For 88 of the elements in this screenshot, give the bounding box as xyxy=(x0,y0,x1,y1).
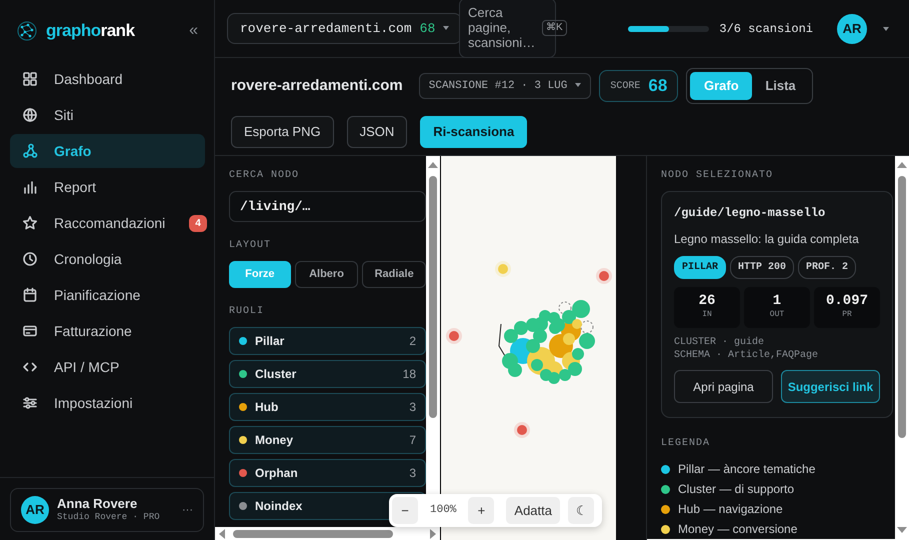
metric-label: PR xyxy=(842,309,852,321)
role-filter[interactable]: Pillar 2 xyxy=(229,327,426,355)
vertical-scrollbar[interactable] xyxy=(895,156,909,539)
role-filter[interactable]: Money 7 xyxy=(229,426,426,454)
section-label: CERCA NODO xyxy=(229,169,300,183)
metric-label: OUT xyxy=(770,309,784,321)
node-search-field[interactable]: /living/… xyxy=(229,191,426,222)
bar-chart-icon xyxy=(22,179,38,195)
clock-icon xyxy=(22,251,38,267)
caret-icon xyxy=(883,27,889,32)
sidebar-item[interactable]: API / MCP xyxy=(10,350,205,384)
action-button[interactable]: JSON xyxy=(346,116,408,148)
metric-label: IN xyxy=(702,309,712,321)
zoom-out-button[interactable]: − xyxy=(392,497,418,524)
credit-card-icon xyxy=(22,323,38,339)
graph-node[interactable] xyxy=(514,422,530,438)
role-count: 3 xyxy=(409,465,416,482)
brand-name: graphorank xyxy=(46,20,135,42)
user-avatar: AR xyxy=(21,496,49,524)
caret-icon xyxy=(575,82,582,87)
sidebar-item[interactable]: Fatturazione xyxy=(10,314,205,348)
legend-text: Pillar — àncore tematiche xyxy=(678,461,816,478)
graph-node[interactable] xyxy=(495,261,511,277)
node-meta: CLUSTER · guide xyxy=(674,336,766,349)
node-graph-icon xyxy=(22,143,38,159)
horizontal-scrollbar[interactable] xyxy=(215,527,440,540)
scan-quota-text: 3/6 scansioni xyxy=(719,20,813,38)
sidebar-item[interactable]: Raccomandazioni 4 xyxy=(10,206,205,240)
node-path: /guide/legno-massello xyxy=(674,205,826,222)
info-tag: PROF. 2 xyxy=(798,256,856,279)
graph-node[interactable] xyxy=(596,268,612,284)
section-label: RUOLI xyxy=(229,305,266,319)
calendar-icon xyxy=(22,287,38,303)
sidebar-item[interactable]: Siti xyxy=(10,98,205,132)
role-count: 3 xyxy=(409,399,416,416)
globe-icon xyxy=(22,107,38,123)
metric-value: 1 xyxy=(772,294,782,309)
info-tag: HTTP 200 xyxy=(730,256,794,279)
more-options-button[interactable]: ··· xyxy=(182,502,193,518)
grid-icon xyxy=(22,71,38,87)
zoom-in-button[interactable]: + xyxy=(468,497,494,524)
section-label: LEGENDA xyxy=(661,437,712,451)
count-badge: 4 xyxy=(189,214,207,232)
star-icon xyxy=(22,215,38,231)
legend-text: Cluster — di supporto xyxy=(678,481,794,498)
sidebar-item[interactable]: Pianificazione xyxy=(10,278,205,312)
sliders-icon xyxy=(22,395,38,411)
layout-option[interactable]: Radiale xyxy=(362,261,426,288)
account-avatar[interactable]: AR xyxy=(837,14,867,44)
suggest-links-button[interactable]: Suggerisci link xyxy=(781,370,880,403)
role-count: 18 xyxy=(402,366,416,383)
role-filter[interactable]: Orphan 3 xyxy=(229,459,426,487)
role-count: 7 xyxy=(409,432,416,449)
score-badge: SCORE 68 xyxy=(599,70,678,102)
metric-value: 0.097 xyxy=(826,294,868,309)
metric-value: 26 xyxy=(698,294,716,309)
collapse-sidebar-button[interactable]: « xyxy=(189,19,198,43)
graph-node[interactable] xyxy=(446,328,462,344)
node-meta: SCHEMA · Article,FAQPage xyxy=(674,349,820,362)
layout-option[interactable]: Albero xyxy=(294,261,358,288)
theme-toggle-button[interactable]: ☾ xyxy=(568,497,594,524)
section-label: NODO SELEZIONATO xyxy=(661,169,774,183)
user-name: Anna Rovere xyxy=(57,496,138,511)
role-tag: PILLAR xyxy=(674,256,726,279)
fit-button[interactable]: Adatta xyxy=(506,497,560,524)
sidebar-item[interactable]: Grafo xyxy=(10,134,205,168)
section-label: LAYOUT xyxy=(229,239,272,253)
user-plan: Studio Rovere · PRO xyxy=(57,510,160,524)
sidebar-item[interactable]: Dashboard xyxy=(10,62,205,96)
shortcut-key: ⌘K xyxy=(542,20,567,36)
action-button[interactable]: Esporta PNG xyxy=(231,116,334,148)
legend-text: Hub — navigazione xyxy=(678,501,783,518)
sidebar-item[interactable]: Impostazioni xyxy=(10,386,205,420)
node-title: Legno massello: la guida completa xyxy=(674,231,860,248)
legend-text: Money — conversione xyxy=(678,521,798,538)
scan-selector[interactable]: SCANSIONE #12 · 3 LUG xyxy=(418,73,592,99)
rescan-button[interactable]: Ri-scansiona xyxy=(420,116,528,148)
sidebar-item[interactable]: Report xyxy=(10,170,205,204)
sidebar-item[interactable]: Cronologia xyxy=(10,242,205,276)
caret-icon xyxy=(443,26,450,30)
open-page-button[interactable]: Apri pagina xyxy=(674,370,773,403)
role-filter[interactable]: Hub 3 xyxy=(229,393,426,421)
role-filter[interactable]: Cluster 18 xyxy=(229,360,426,388)
view-tab[interactable]: Lista xyxy=(752,72,809,100)
site-title: rovere-arredamenti.com xyxy=(231,76,403,96)
zoom-level: 100% xyxy=(429,503,458,518)
network-globe-logo-icon xyxy=(16,20,38,42)
role-count: 2 xyxy=(409,333,416,350)
